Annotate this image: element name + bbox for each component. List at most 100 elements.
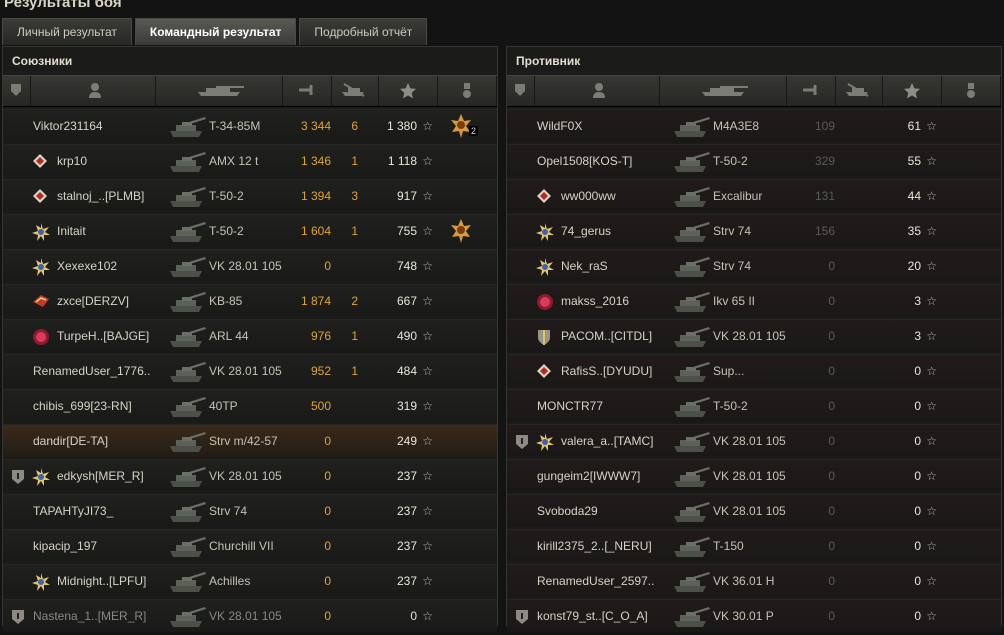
table-row[interactable]: konst79_st..[C_O_A] VK 30.01 P 0 0 ☆ [507, 599, 1001, 632]
table-row[interactable]: krp10 AMX 12 t 1 346 1 1 118 ☆ [3, 144, 497, 177]
player-name[interactable]: Initait [57, 215, 86, 247]
player-name[interactable]: Svoboda29 [537, 495, 598, 527]
platoon-column-header[interactable] [3, 76, 31, 106]
star-burst-icon [32, 223, 50, 246]
table-row[interactable]: RenamedUser_1776.. VK 28.01 105 952 1 484 ☆ [3, 354, 497, 387]
damage-value: 0 [828, 504, 835, 518]
player-name[interactable]: MONCTR77 [537, 390, 603, 422]
player-name[interactable]: ww000ww [561, 180, 616, 212]
xp-value: 748 [396, 259, 417, 273]
table-row[interactable]: kipacip_197 Churchill VII 0 237 ☆ [3, 529, 497, 562]
tank-icon [671, 252, 711, 285]
tab-team-result[interactable]: Командный результат [134, 18, 297, 45]
player-name[interactable]: kirill2375_2..[_NERU] [537, 530, 652, 562]
xp-value: 237 [396, 469, 417, 483]
table-row[interactable]: dandir[DE-TA] Strv m/42-57 0 249 ☆ [3, 424, 497, 457]
table-row[interactable]: kirill2375_2..[_NERU] T-150 0 0 ☆ [507, 529, 1001, 562]
player-name[interactable]: RenamedUser_2597.. [537, 565, 654, 597]
kills-column-header[interactable] [332, 76, 379, 106]
table-row[interactable]: Xexexe102 VK 28.01 105 0 748 ☆ [3, 249, 497, 282]
kills-value: 1 [351, 364, 358, 378]
xp-star-icon: ☆ [926, 364, 937, 378]
table-row[interactable]: Opel1508[KOS-T] T-50-2 329 55 ☆ [507, 144, 1001, 177]
xp-value: 35 [907, 224, 921, 238]
player-name[interactable]: konst79_st..[C_O_A] [537, 600, 648, 632]
xp-star-icon: ☆ [926, 609, 937, 623]
medal-column-header[interactable] [438, 76, 497, 106]
table-row[interactable]: PACOM..[CITDL] VK 28.01 105 0 3 ☆ [507, 319, 1001, 352]
table-row[interactable]: valera_a..[TAMC] VK 28.01 105 0 0 ☆ [507, 424, 1001, 457]
table-row[interactable]: makss_2016 Ikv 65 II 0 3 ☆ [507, 284, 1001, 317]
damage-column-header[interactable] [787, 76, 836, 106]
medal-icon[interactable] [450, 219, 472, 248]
player-name[interactable]: Midnight..[LPFU] [57, 565, 146, 597]
player-name[interactable]: gungeim2[IWWW7] [537, 460, 640, 492]
player-name[interactable]: 74_gerus [561, 215, 611, 247]
player-name[interactable]: Viktor231164 [33, 110, 103, 142]
player-name[interactable]: stalnoj_..[PLMB] [57, 180, 144, 212]
table-row[interactable]: Initait T-50-2 1 604 1 755 ☆ [3, 214, 497, 247]
table-row[interactable]: edkysh[MER_R] VK 28.01 105 0 237 ☆ [3, 459, 497, 492]
table-row[interactable]: WildF0X M4A3E8 109 61 ☆ [507, 109, 1001, 142]
vehicle-column-header[interactable] [660, 76, 787, 106]
table-row[interactable]: zxce[DERZV] KB-85 1 874 2 667 ☆ [3, 284, 497, 317]
player-name[interactable]: Nek_raS [561, 250, 608, 282]
player-name[interactable]: zxce[DERZV] [57, 285, 129, 317]
player-name[interactable]: Xexexe102 [57, 250, 117, 282]
table-row[interactable]: Svoboda29 VK 28.01 105 0 0 ☆ [507, 494, 1001, 527]
table-row[interactable]: Midnight..[LPFU] Achilles 0 237 ☆ [3, 564, 497, 597]
tank-icon [167, 427, 207, 460]
table-row[interactable]: TurpeH..[BAJGE] ARL 44 976 1 490 ☆ [3, 319, 497, 352]
vehicle-name: VK 28.01 105 [209, 259, 282, 273]
table-row[interactable]: 74_gerus Strv 74 156 35 ☆ [507, 214, 1001, 247]
table-row[interactable]: RafisS..[DYUDU] Sup... 0 0 ☆ [507, 354, 1001, 387]
kills-value: 6 [351, 119, 358, 133]
xp-value: 0 [914, 364, 921, 378]
player-column-header[interactable] [31, 76, 156, 106]
player-name[interactable]: makss_2016 [561, 285, 629, 317]
player-name[interactable]: TAPAHTyJI73_ [33, 495, 113, 527]
red-emblem-icon [32, 293, 50, 314]
table-row[interactable]: Nastena_1..[MER_R] VK 28.01 105 0 0 ☆ [3, 599, 497, 632]
tank-icon [167, 112, 207, 145]
tab-detailed-report[interactable]: Подробный отчёт [299, 18, 428, 45]
damage-value: 0 [828, 399, 835, 413]
player-name[interactable]: RafisS..[DYUDU] [561, 355, 652, 387]
player-name[interactable]: kipacip_197 [33, 530, 97, 562]
table-row[interactable]: ww000ww Excalibur 131 44 ☆ [507, 179, 1001, 212]
table-row[interactable]: Viktor231164 T-34-85M 3 344 6 1 380 ☆ 2 [3, 109, 497, 142]
player-name[interactable]: WildF0X [537, 110, 582, 142]
xp-star-icon: ☆ [422, 119, 433, 133]
kills-column-header[interactable] [836, 76, 883, 106]
player-name[interactable]: valera_a..[TAMC] [561, 425, 653, 457]
table-row[interactable]: RenamedUser_2597.. VK 36.01 H 0 0 ☆ [507, 564, 1001, 597]
enemies-header [507, 75, 1001, 107]
tank-icon [671, 357, 711, 390]
vehicle-column-header[interactable] [156, 76, 283, 106]
player-name[interactable]: TurpeH..[BAJGE] [57, 320, 149, 352]
player-name[interactable]: krp10 [57, 145, 87, 177]
damage-column-header[interactable] [283, 76, 332, 106]
player-name[interactable]: PACOM..[CITDL] [561, 320, 652, 352]
table-row[interactable]: gungeim2[IWWW7] VK 28.01 105 0 0 ☆ [507, 459, 1001, 492]
table-row[interactable]: MONCTR77 T-50-2 0 0 ☆ [507, 389, 1001, 422]
table-row[interactable]: Nek_raS Strv 74 0 20 ☆ [507, 249, 1001, 282]
player-name[interactable]: Opel1508[KOS-T] [537, 145, 632, 177]
table-row[interactable]: stalnoj_..[PLMB] T-50-2 1 394 3 917 ☆ [3, 179, 497, 212]
medal-column-header[interactable] [942, 76, 1001, 106]
player-name[interactable]: chibis_699[23-RN] [33, 390, 132, 422]
player-name[interactable]: RenamedUser_1776.. [33, 355, 150, 387]
xp-column-header[interactable] [883, 76, 942, 106]
player-name[interactable]: Nastena_1..[MER_R] [33, 600, 146, 632]
damage-value: 0 [324, 259, 331, 273]
tab-personal-result[interactable]: Личный результат [2, 18, 132, 45]
xp-column-header[interactable] [379, 76, 438, 106]
table-row[interactable]: TAPAHTyJI73_ Strv 74 0 237 ☆ [3, 494, 497, 527]
platoon-column-header[interactable] [507, 76, 535, 106]
damage-value: 156 [814, 224, 835, 238]
xp-star-icon: ☆ [926, 294, 937, 308]
table-row[interactable]: chibis_699[23-RN] 40TP 500 319 ☆ [3, 389, 497, 422]
player-name[interactable]: dandir[DE-TA] [33, 425, 108, 457]
player-name[interactable]: edkysh[MER_R] [57, 460, 144, 492]
player-column-header[interactable] [535, 76, 660, 106]
